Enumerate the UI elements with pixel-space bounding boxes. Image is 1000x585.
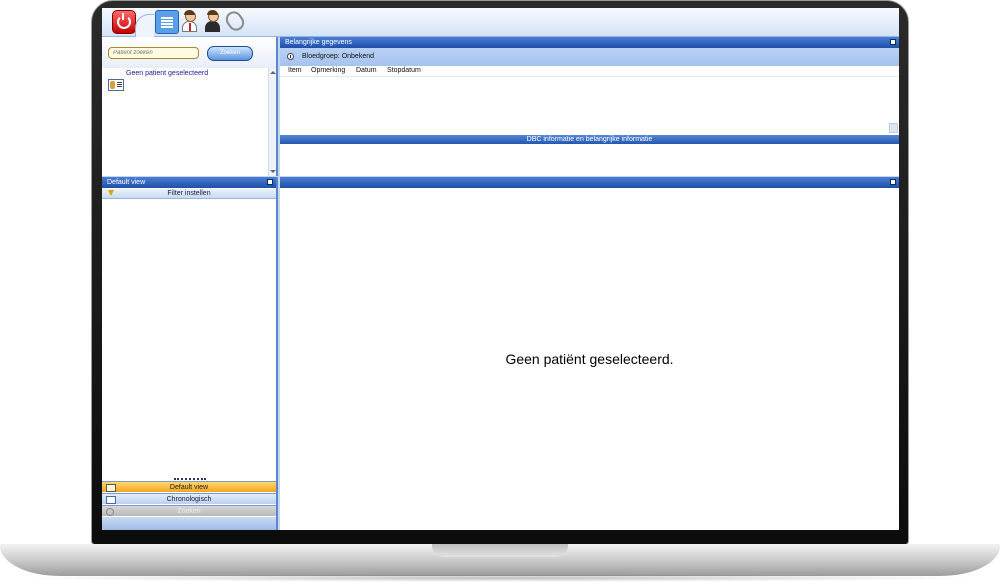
app-screen: Zoeken Geen patient geselecteerd Belangr… <box>102 8 899 530</box>
important-data-panel: Belangrijke gegevens Bloedgroep: Onbeken… <box>280 37 899 176</box>
empty-state-message: Geen patiënt geselecteerd. <box>505 351 674 367</box>
nurse-icon <box>203 10 221 32</box>
nav-search[interactable]: Zoeken <box>102 505 276 516</box>
default-view-icon <box>106 484 116 492</box>
nav-chronological-label: Chronologisch <box>166 496 212 503</box>
list-button[interactable] <box>155 10 179 34</box>
minimize-icon[interactable] <box>890 39 896 45</box>
important-data-title: Belangrijke gegevens <box>285 39 352 46</box>
patient-card-icon <box>108 79 124 91</box>
nav-default-view-label: Default view <box>169 484 209 491</box>
view-panel: Default view Filter instellen Default vi… <box>102 177 278 530</box>
patient-search-input[interactable] <box>108 47 199 59</box>
view-panel-title: Default view <box>107 179 146 186</box>
power-icon <box>117 13 131 29</box>
patient-search-area: Zoeken <box>102 37 278 68</box>
important-data-column-headers: Item Opmerking Datum Stopdatum <box>280 66 899 77</box>
dbc-content <box>280 144 899 176</box>
minimize-icon[interactable] <box>267 179 273 185</box>
search-icon <box>106 508 114 516</box>
view-panel-title-bar: Default view <box>102 177 276 188</box>
important-data-title-bar: Belangrijke gegevens <box>280 37 899 48</box>
column-header-datum[interactable]: Datum <box>356 66 377 76</box>
power-button[interactable] <box>112 10 136 34</box>
column-header-stopdatum[interactable]: Stopdatum <box>387 66 421 76</box>
laptop-shadow <box>20 574 980 582</box>
minimize-icon[interactable] <box>890 179 896 185</box>
patient-list: Geen patient geselecteerd <box>102 68 278 176</box>
nav-default-view[interactable]: Default view <box>102 481 276 492</box>
ribbon-toolbar <box>102 8 899 37</box>
blood-group-label: Bloedgroep: Onbekend <box>302 53 374 60</box>
blood-group-row: Bloedgroep: Onbekend <box>280 48 899 66</box>
scroll-up-icon[interactable] <box>270 71 276 74</box>
laptop-notch <box>432 544 568 557</box>
doctor-icon <box>180 10 198 32</box>
patient-list-scrollbar[interactable] <box>268 68 276 176</box>
filter-icon <box>108 190 114 196</box>
no-patient-label: Geen patient geselecteerd <box>126 70 209 77</box>
ribbon-tab-curve <box>135 14 154 37</box>
filter-settings-label: Filter instellen <box>167 190 211 197</box>
list-icon <box>161 16 173 29</box>
nurse-button[interactable] <box>201 10 223 32</box>
doctor-button[interactable] <box>178 10 200 32</box>
main-panel-title-bar <box>280 177 899 188</box>
calendar-icon <box>106 496 116 504</box>
attachment-button[interactable] <box>222 8 248 34</box>
column-header-item[interactable]: Item <box>288 66 302 76</box>
navigation-footer <box>102 517 276 530</box>
info-icon <box>287 53 294 60</box>
paperclip-icon <box>222 8 248 34</box>
dbc-title-bar[interactable]: DBC informatie en belangrijke informatie <box>280 135 899 144</box>
scroll-down-icon[interactable] <box>270 170 276 173</box>
grid-scrollbar[interactable] <box>889 123 898 133</box>
search-button[interactable]: Zoeken <box>207 46 253 61</box>
column-header-opmerking[interactable]: Opmerking <box>311 66 345 76</box>
filter-settings-button[interactable]: Filter instellen <box>102 189 276 199</box>
nav-chronological[interactable]: Chronologisch <box>102 493 276 504</box>
main-content-panel: Geen patiënt geselecteerd. <box>280 177 899 530</box>
nav-search-label: Zoeken <box>177 508 201 515</box>
